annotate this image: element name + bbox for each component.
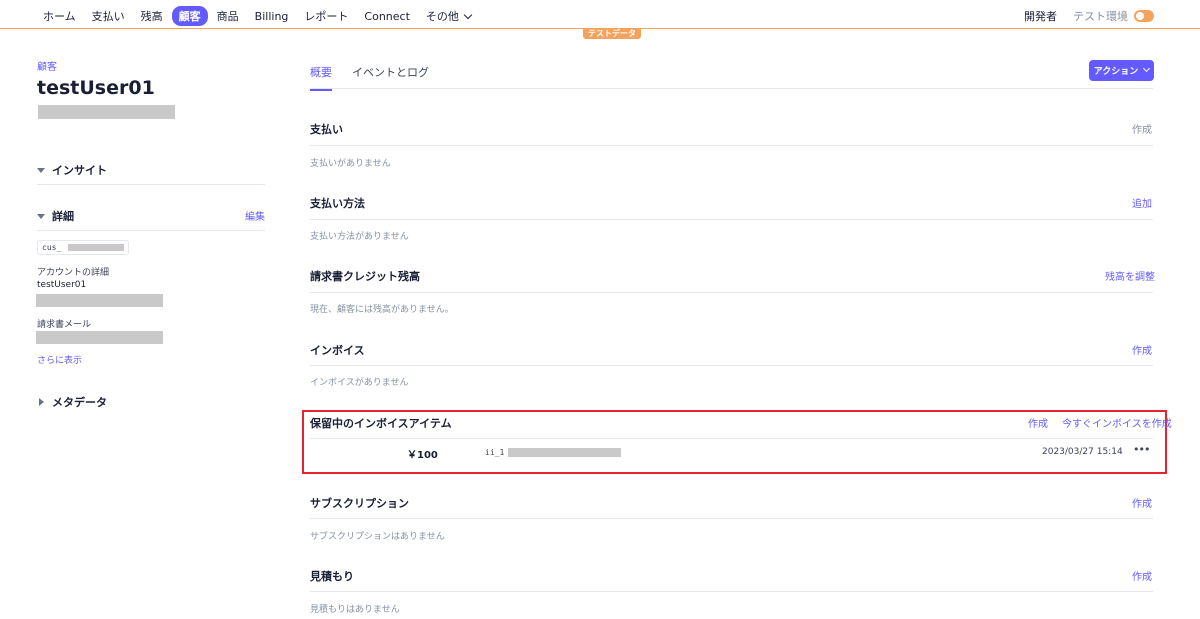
insight-label: インサイト: [52, 164, 107, 177]
divider: [310, 365, 1153, 366]
subscriptions-empty: サブスクリプションはありません: [310, 532, 445, 542]
account-details-label: アカウントの詳細: [37, 268, 110, 278]
redacted-account-email: [36, 294, 163, 307]
invoice-now-link[interactable]: 今すぐインボイスを作成: [1062, 415, 1172, 430]
create-invoice-link[interactable]: 作成: [1132, 342, 1152, 357]
account-name: testUser01: [37, 280, 87, 290]
chevron-down-icon: [1143, 64, 1151, 73]
actions-label: アクション: [1093, 67, 1139, 77]
create-payment-link[interactable]: 作成: [1132, 121, 1152, 136]
actions-button[interactable]: アクション: [1089, 60, 1154, 81]
nav-reports[interactable]: レポート: [297, 6, 355, 26]
details-label: 詳細: [52, 210, 74, 223]
credit-balance-empty: 現在、顧客には残高がありません。: [310, 305, 454, 315]
main-nav: ホーム 支払い 残高 顧客 商品 Billing レポート Connect その…: [36, 6, 480, 26]
customer-id-chip[interactable]: cus_: [37, 240, 129, 255]
payment-methods-title: 支払い方法: [310, 197, 365, 210]
create-subscription-link[interactable]: 作成: [1132, 495, 1152, 510]
subscriptions-title: サブスクリプション: [310, 497, 409, 510]
caret-right-icon: [39, 398, 44, 406]
add-payment-method-link[interactable]: 追加: [1132, 195, 1152, 210]
divider: [310, 518, 1153, 519]
caret-down-icon: [37, 213, 45, 219]
tab-overview[interactable]: 概要: [310, 64, 332, 91]
metadata-toggle[interactable]: メタデータ: [37, 394, 107, 410]
divider: [37, 184, 265, 185]
item-id-prefix: ii_1: [485, 448, 505, 457]
nav-payments[interactable]: 支払い: [85, 6, 132, 26]
divider: [310, 438, 1153, 439]
test-data-badge: テストデータ: [583, 29, 641, 39]
page-title: testUser01: [37, 77, 155, 99]
payment-methods-empty: 支払い方法がありません: [310, 232, 409, 242]
nav-more[interactable]: その他: [419, 6, 478, 26]
insight-toggle[interactable]: インサイト: [37, 162, 107, 178]
tabs-divider: [310, 88, 1153, 89]
invoices-title: インボイス: [310, 344, 365, 357]
nav-home[interactable]: ホーム: [36, 6, 83, 26]
divider: [310, 219, 1153, 220]
quotes-empty: 見積もりはありません: [310, 605, 400, 615]
nav-connect[interactable]: Connect: [357, 8, 416, 25]
divider: [310, 292, 1153, 293]
right-nav: 開発者 テスト環境: [1024, 8, 1154, 24]
nav-more-label: その他: [425, 10, 459, 23]
top-navigation-bar: ホーム 支払い 残高 顧客 商品 Billing レポート Connect その…: [0, 0, 1200, 29]
nav-customers[interactable]: 顧客: [171, 6, 208, 26]
invoice-email-label: 請求書メール: [37, 320, 92, 330]
payments-empty: 支払いがありません: [310, 159, 391, 169]
quotes-title: 見積もり: [310, 570, 354, 583]
customer-id-prefix: cus_: [42, 243, 62, 252]
credit-balance-title: 請求書クレジット残高: [310, 270, 420, 283]
pending-items-title: 保留中のインボイスアイテム: [310, 417, 452, 430]
more-options-icon[interactable]: •••: [1133, 443, 1150, 456]
redacted-email: [38, 105, 175, 119]
edit-details-link[interactable]: 編集: [245, 208, 265, 223]
breadcrumb-customers[interactable]: 顧客: [37, 58, 57, 73]
item-date: 2023/03/27 15:14: [1042, 447, 1123, 457]
tabs: 概要 イベントとログ: [310, 64, 449, 91]
item-id: ii_1: [485, 448, 504, 457]
create-pending-item-link[interactable]: 作成: [1028, 415, 1048, 430]
divider: [310, 145, 1153, 146]
divider: [310, 591, 1153, 592]
show-more-link[interactable]: さらに表示: [37, 353, 82, 366]
invoices-empty: インボイスがありません: [310, 378, 409, 388]
create-quote-link[interactable]: 作成: [1132, 568, 1152, 583]
redacted-item-id: [508, 448, 621, 457]
redacted-customer-id: [68, 244, 124, 251]
payments-title: 支払い: [310, 123, 343, 136]
nav-billing[interactable]: Billing: [248, 8, 296, 25]
developers-link[interactable]: 開発者: [1024, 8, 1057, 24]
nav-balances[interactable]: 残高: [134, 6, 170, 26]
details-toggle[interactable]: 詳細: [37, 208, 74, 224]
nav-products[interactable]: 商品: [210, 6, 246, 26]
caret-down-icon: [37, 167, 45, 173]
chevron-down-icon: [463, 10, 473, 20]
metadata-label: メタデータ: [52, 396, 107, 409]
divider: [37, 230, 265, 231]
tab-events-logs[interactable]: イベントとログ: [352, 64, 429, 91]
adjust-balance-link[interactable]: 残高を調整: [1105, 268, 1155, 283]
item-amount: ￥100: [407, 450, 438, 461]
test-mode-label: テスト環境: [1073, 10, 1128, 23]
test-mode-toggle[interactable]: [1134, 10, 1154, 22]
redacted-invoice-email: [36, 331, 163, 344]
